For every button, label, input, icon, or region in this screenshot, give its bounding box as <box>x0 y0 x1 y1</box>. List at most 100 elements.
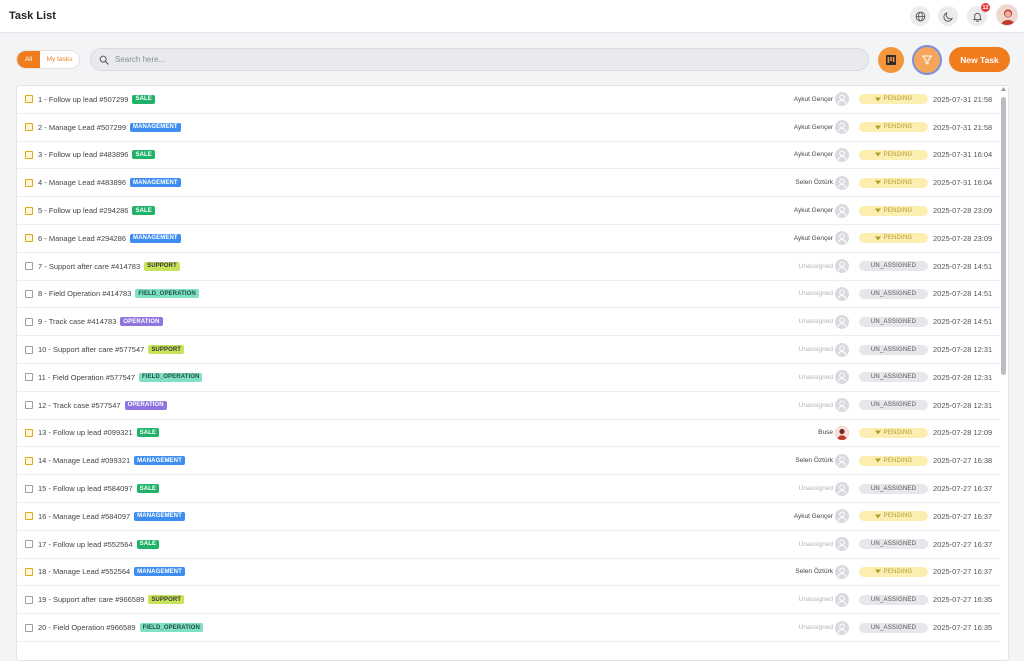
task-checkbox[interactable] <box>25 567 33 576</box>
task-assignee: Unassigned <box>798 485 833 493</box>
task-row[interactable]: 16 - Manage Lead #584097 MANAGEMENT Ayku… <box>17 503 1000 531</box>
task-checkbox[interactable] <box>25 150 33 159</box>
scrollbar-thumb[interactable] <box>1001 97 1006 375</box>
task-assignee: Unassigned <box>798 262 833 270</box>
task-status-badge: PENDING <box>859 149 928 160</box>
task-title-group: 15 - Follow up lead #584097 SALE <box>38 484 160 494</box>
task-checkbox[interactable] <box>25 178 33 187</box>
task-row[interactable]: 6 - Manage Lead #294286 MANAGEMENT Aykut… <box>17 225 1000 253</box>
task-status-label: UN_ASSIGNED <box>870 318 917 325</box>
task-title[interactable]: 13 - Follow up lead #099321 <box>38 428 133 437</box>
task-checkbox[interactable] <box>25 512 33 521</box>
task-row[interactable]: 5 - Follow up lead #294286 SALE Aykut Ge… <box>17 197 1000 225</box>
task-date: 2025-07-28 23:09 <box>933 206 993 216</box>
task-title[interactable]: 4 - Manage Lead #483896 <box>38 178 126 187</box>
user-avatar[interactable] <box>996 4 1018 26</box>
task-status-label: PENDING <box>883 96 913 103</box>
segment-my-tasks[interactable]: My tasks <box>40 51 79 68</box>
task-title-group: 10 - Support after care #577547 SUPPORT <box>38 345 185 355</box>
scroll-up-icon[interactable] <box>1001 87 1006 91</box>
task-row[interactable]: 12 - Track case #577547 OPERATION Unassi… <box>17 392 1000 420</box>
task-checkbox[interactable] <box>25 234 33 243</box>
search-input[interactable] <box>115 55 815 64</box>
task-status-label: UN_ASSIGNED <box>870 624 917 631</box>
task-checkbox[interactable] <box>25 623 33 632</box>
task-title[interactable]: 12 - Track case #577547 <box>38 401 121 410</box>
task-type-tag: SUPPORT <box>148 595 185 605</box>
task-row[interactable]: 17 - Follow up lead #552564 SALE Unassig… <box>17 531 1000 559</box>
task-row[interactable]: 9 - Track case #414783 OPERATION Unassig… <box>17 308 1000 337</box>
task-title[interactable]: 9 - Track case #414783 <box>38 317 116 326</box>
task-row[interactable]: 18 - Manage Lead #552564 MANAGEMENT Sele… <box>17 559 1000 587</box>
task-date: 2025-07-31 16:04 <box>933 178 993 188</box>
task-title[interactable]: 3 - Follow up lead #483896 <box>38 150 128 159</box>
task-title[interactable]: 18 - Manage Lead #552564 <box>38 567 130 576</box>
task-row[interactable]: 1 - Follow up lead #507299 SALE Aykut Ge… <box>17 86 1000 114</box>
task-title[interactable]: 17 - Follow up lead #552564 <box>38 540 133 549</box>
task-title[interactable]: 16 - Manage Lead #584097 <box>38 512 130 521</box>
task-checkbox[interactable] <box>25 289 33 298</box>
task-title[interactable]: 15 - Follow up lead #584097 <box>38 484 133 493</box>
notifications-button[interactable]: 12 <box>967 3 990 26</box>
task-row[interactable]: 3 - Follow up lead #483896 SALE Aykut Ge… <box>17 142 1000 170</box>
task-checkbox[interactable] <box>25 373 33 382</box>
task-checkbox[interactable] <box>25 456 33 465</box>
task-status-label: PENDING <box>883 151 913 158</box>
task-row[interactable]: 13 - Follow up lead #099321 SALE Buse PE… <box>17 420 1000 448</box>
task-row[interactable]: 7 - Support after care #414783 SUPPORT U… <box>17 253 1000 281</box>
task-title[interactable]: 20 - Field Operation #966589 <box>38 623 136 632</box>
user-icon <box>835 314 849 329</box>
board-view-button[interactable] <box>878 47 904 73</box>
task-checkbox[interactable] <box>25 540 33 549</box>
task-type-tag: MANAGEMENT <box>134 456 185 466</box>
task-row[interactable]: 11 - Field Operation #577547 FIELD_OPERA… <box>17 364 1000 392</box>
new-task-button[interactable]: New Task <box>949 47 1010 72</box>
task-checkbox[interactable] <box>25 95 33 104</box>
task-checkbox[interactable] <box>25 262 33 271</box>
task-checkbox[interactable] <box>25 206 33 215</box>
task-checkbox[interactable] <box>25 428 33 437</box>
task-title[interactable]: 11 - Field Operation #577547 <box>38 373 135 382</box>
task-checkbox[interactable] <box>25 401 33 410</box>
task-row[interactable]: 19 - Support after care #966589 SUPPORT … <box>17 586 1000 615</box>
user-icon <box>835 92 849 107</box>
task-checkbox[interactable] <box>25 345 33 354</box>
task-scope-toggle[interactable]: All My tasks <box>16 50 80 69</box>
task-title-group: 16 - Manage Lead #584097 MANAGEMENT <box>38 511 185 521</box>
segment-all[interactable]: All <box>17 51 40 68</box>
task-assignee: Aykut Gençer <box>793 123 833 131</box>
task-row[interactable]: 14 - Manage Lead #099321 MANAGEMENT Sele… <box>17 447 1000 476</box>
theme-toggle-button[interactable] <box>938 6 958 26</box>
task-row[interactable]: 15 - Follow up lead #584097 SALE Unassig… <box>17 475 1000 503</box>
task-title[interactable]: 8 - Field Operation #414783 <box>38 289 131 298</box>
task-title-group: 13 - Follow up lead #099321 SALE <box>38 428 160 438</box>
task-checkbox[interactable] <box>25 484 33 493</box>
task-checkbox[interactable] <box>25 595 33 604</box>
task-row[interactable]: 2 - Manage Lead #507299 MANAGEMENT Aykut… <box>17 114 1000 142</box>
task-title[interactable]: 2 - Manage Lead #507299 <box>38 123 126 132</box>
caret-down-icon <box>874 208 881 213</box>
caret-down-icon <box>874 125 881 130</box>
task-title[interactable]: 10 - Support after care #577547 <box>38 345 144 354</box>
task-row[interactable]: 8 - Field Operation #414783 FIELD_OPERAT… <box>17 281 1000 309</box>
filter-button[interactable] <box>914 47 940 73</box>
user-photo-icon <box>997 5 1017 25</box>
task-assignee: Buse <box>818 429 833 437</box>
task-title[interactable]: 1 - Follow up lead #507299 <box>38 95 128 104</box>
task-checkbox[interactable] <box>25 123 33 132</box>
scrollbar[interactable] <box>1001 87 1006 657</box>
language-button[interactable] <box>910 6 930 26</box>
task-title[interactable]: 6 - Manage Lead #294286 <box>38 234 126 243</box>
task-title[interactable]: 19 - Support after care #966589 <box>38 595 144 604</box>
task-title[interactable]: 7 - Support after care #414783 <box>38 262 140 271</box>
task-title-group: 3 - Follow up lead #483896 SALE <box>38 150 155 160</box>
task-row[interactable]: 4 - Manage Lead #483896 MANAGEMENT Selen… <box>17 169 1000 198</box>
task-checkbox[interactable] <box>25 317 33 326</box>
task-title[interactable]: 5 - Follow up lead #294286 <box>38 206 128 215</box>
task-row[interactable]: 20 - Field Operation #966589 FIELD_OPERA… <box>17 614 1000 642</box>
task-title[interactable]: 14 - Manage Lead #099321 <box>38 456 130 465</box>
task-status-badge: UN_ASSIGNED <box>859 594 928 605</box>
search-bar[interactable] <box>90 48 869 71</box>
task-row[interactable]: 10 - Support after care #577547 SUPPORT … <box>17 336 1000 364</box>
task-title-group: 6 - Manage Lead #294286 MANAGEMENT <box>38 233 181 243</box>
